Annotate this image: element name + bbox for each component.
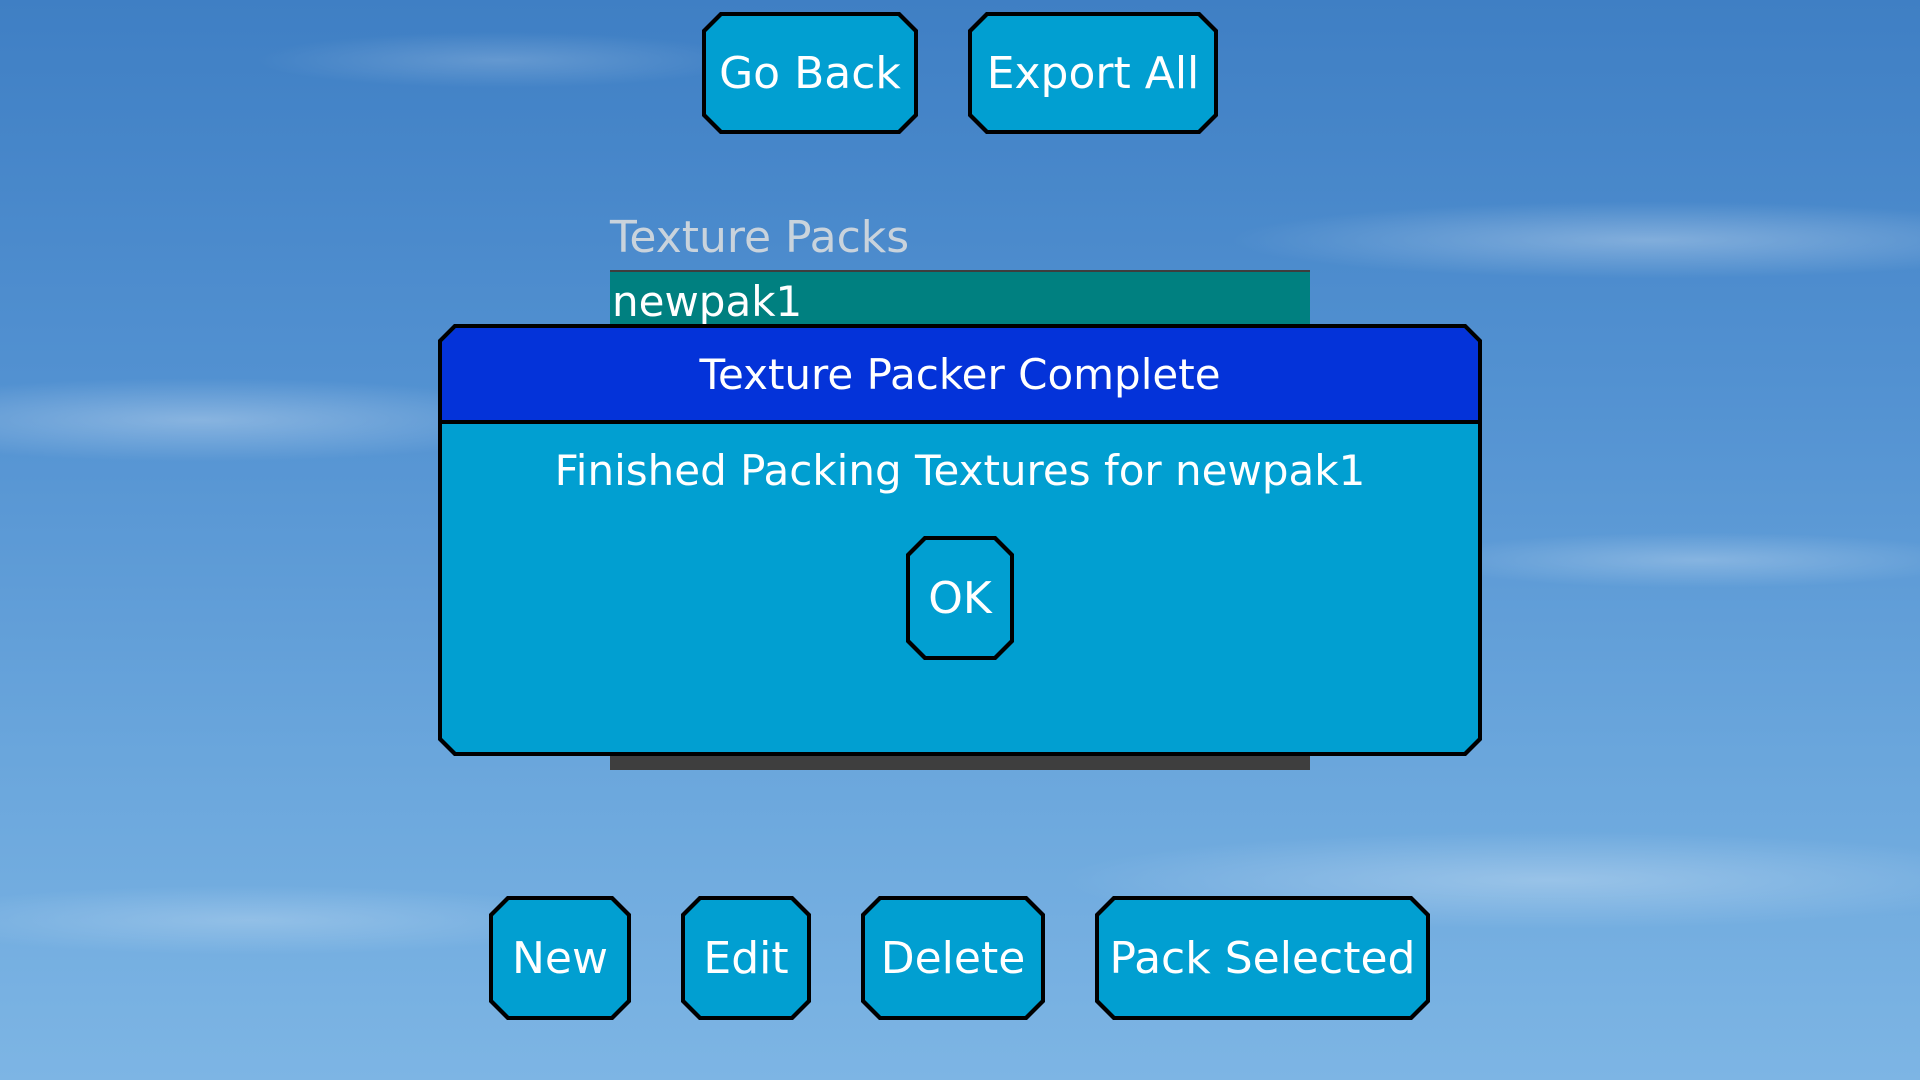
new-label: New	[493, 900, 627, 1016]
edit-label: Edit	[685, 900, 807, 1016]
new-button[interactable]: New	[489, 896, 631, 1020]
texture-packs-heading: Texture Packs	[610, 212, 910, 263]
pack-selected-label: Pack Selected	[1099, 900, 1426, 1016]
pack-selected-button[interactable]: Pack Selected	[1095, 896, 1430, 1020]
ok-button[interactable]: OK	[906, 536, 1014, 660]
export-all-label: Export All	[972, 16, 1214, 130]
export-all-button[interactable]: Export All	[968, 12, 1218, 134]
dialog-message: Finished Packing Textures for newpak1	[554, 446, 1366, 495]
ok-label: OK	[910, 540, 1010, 656]
go-back-button[interactable]: Go Back	[702, 12, 918, 134]
delete-button[interactable]: Delete	[861, 896, 1045, 1020]
go-back-label: Go Back	[706, 16, 914, 130]
dialog-body: Texture Packer Complete Finished Packing…	[442, 328, 1478, 752]
delete-label: Delete	[865, 900, 1041, 1016]
list-item[interactable]: newpak1	[610, 272, 1310, 332]
texture-packer-complete-dialog: Texture Packer Complete Finished Packing…	[438, 324, 1482, 756]
dialog-title: Texture Packer Complete	[442, 328, 1478, 424]
edit-button[interactable]: Edit	[681, 896, 811, 1020]
